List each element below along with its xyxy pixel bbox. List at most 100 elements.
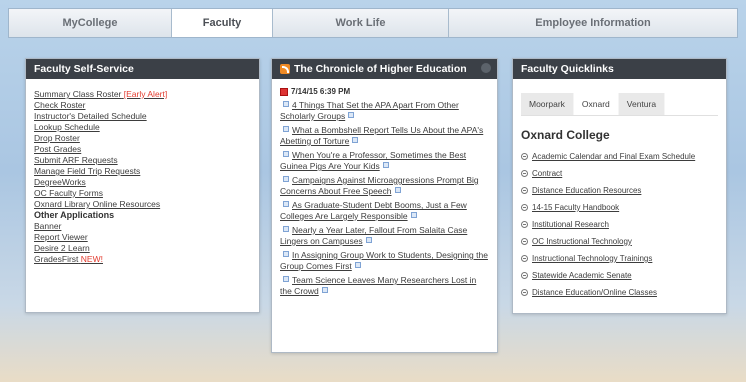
- external-link-icon[interactable]: [410, 212, 417, 218]
- new-badge: NEW!: [80, 254, 103, 264]
- quicklink-link[interactable]: Institutional Research: [532, 216, 609, 233]
- bullet-icon: [521, 187, 528, 194]
- article-icon: [283, 226, 289, 232]
- tab-mycollege[interactable]: MyCollege: [9, 9, 172, 37]
- link-label[interactable]: Summary Class Roster: [34, 89, 121, 99]
- manage-field-trip-requests-link[interactable]: Manage Field Trip Requests: [34, 166, 251, 177]
- submit-arf-requests-link[interactable]: Submit ARF Requests: [34, 155, 251, 166]
- gradesfirst-link[interactable]: GradesFirst NEW!: [34, 254, 251, 265]
- lookup-schedule-link[interactable]: Lookup Schedule: [34, 122, 251, 133]
- article-link[interactable]: As Graduate-Student Debt Booms, Just a F…: [280, 200, 467, 221]
- article-item[interactable]: When You're a Professor, Sometimes the B…: [280, 150, 489, 172]
- bullet-icon: [521, 153, 528, 160]
- external-link-icon[interactable]: [321, 287, 328, 293]
- quicklink-item[interactable]: Instructional Technology Trainings: [521, 250, 718, 267]
- tab-employee-information[interactable]: Employee Information: [449, 9, 737, 37]
- options-icon[interactable]: [481, 63, 491, 73]
- tab-ventura[interactable]: Ventura: [618, 93, 666, 115]
- early-alert-tag: [Early Alert]: [123, 89, 168, 99]
- article-link[interactable]: Team Science Leaves Many Researchers Los…: [280, 275, 476, 296]
- main-tabs: MyCollege Faculty Work Life Employee Inf…: [8, 8, 738, 38]
- desire2learn-link[interactable]: Desire 2 Learn: [34, 243, 251, 254]
- quicklink-item[interactable]: Distance Education/Online Classes: [521, 284, 718, 301]
- bullet-icon: [521, 238, 528, 245]
- link-label[interactable]: GradesFirst: [34, 254, 78, 264]
- post-grades-link[interactable]: Post Grades: [34, 144, 251, 155]
- article-item[interactable]: Nearly a Year Later, Fallout From Salait…: [280, 225, 489, 247]
- quicklink-item[interactable]: Institutional Research: [521, 216, 718, 233]
- quicklink-link[interactable]: Instructional Technology Trainings: [532, 250, 652, 267]
- bullet-icon: [521, 221, 528, 228]
- tab-work-life[interactable]: Work Life: [273, 9, 449, 37]
- article-icon: [283, 101, 289, 107]
- quicklink-link[interactable]: Distance Education Resources: [532, 182, 641, 199]
- report-viewer-link[interactable]: Report Viewer: [34, 232, 251, 243]
- oc-faculty-forms-link[interactable]: OC Faculty Forms: [34, 188, 251, 199]
- quicklink-item[interactable]: Statewide Academic Senate: [521, 267, 718, 284]
- external-link-icon[interactable]: [352, 137, 359, 143]
- bullet-icon: [521, 204, 528, 211]
- article-link[interactable]: 4 Things That Set the APA Apart From Oth…: [280, 100, 459, 121]
- check-roster-link[interactable]: Check Roster: [34, 100, 251, 111]
- external-link-icon[interactable]: [348, 112, 355, 118]
- quicklink-link[interactable]: OC Instructional Technology: [532, 233, 632, 250]
- rss-icon: [280, 64, 290, 74]
- article-item[interactable]: What a Bombshell Report Tells Us About t…: [280, 125, 489, 147]
- article-item[interactable]: Team Science Leaves Many Researchers Los…: [280, 275, 489, 297]
- college-title: Oxnard College: [521, 128, 610, 142]
- quicklink-link[interactable]: Contract: [532, 165, 562, 182]
- date-text: 7/14/15 6:39 PM: [291, 87, 351, 96]
- faculty-self-service-panel: Faculty Self-Service Summary Class Roste…: [25, 58, 260, 313]
- bullet-icon: [521, 255, 528, 262]
- tab-faculty[interactable]: Faculty: [172, 9, 273, 37]
- tab-oxnard[interactable]: Oxnard: [573, 93, 619, 115]
- article-icon: [283, 201, 289, 207]
- panel-title: The Chronicle of Higher Education: [294, 63, 467, 75]
- article-item[interactable]: As Graduate-Student Debt Booms, Just a F…: [280, 200, 489, 222]
- chronicle-panel: The Chronicle of Higher Education 7/14/1…: [271, 58, 498, 353]
- article-item[interactable]: In Assigning Group Work to Students, Des…: [280, 250, 489, 272]
- external-link-icon[interactable]: [354, 262, 361, 268]
- article-link[interactable]: What a Bombshell Report Tells Us About t…: [280, 125, 483, 146]
- campus-tabs: Moorpark Oxnard Ventura: [521, 93, 718, 116]
- quicklink-item[interactable]: Contract: [521, 165, 718, 182]
- quicklink-link[interactable]: Statewide Academic Senate: [532, 267, 632, 284]
- quicklink-item[interactable]: Academic Calendar and Final Exam Schedul…: [521, 148, 718, 165]
- article-icon: [283, 151, 289, 157]
- panel-title-row: The Chronicle of Higher Education: [272, 59, 497, 79]
- other-applications-heading: Other Applications: [34, 210, 115, 220]
- quicklink-link[interactable]: 14-15 Faculty Handbook: [532, 199, 619, 216]
- article-item[interactable]: 4 Things That Set the APA Apart From Oth…: [280, 100, 489, 122]
- banner-link[interactable]: Banner: [34, 221, 251, 232]
- article-item[interactable]: Campaigns Against Microaggressions Promp…: [280, 175, 489, 197]
- faculty-quicklinks-panel: Faculty Quicklinks Moorpark Oxnard Ventu…: [512, 58, 727, 314]
- oxnard-library-link[interactable]: Oxnard Library Online Resources: [34, 199, 251, 210]
- calendar-icon: [280, 87, 288, 96]
- instructors-detailed-schedule-link[interactable]: Instructor's Detailed Schedule: [34, 111, 251, 122]
- article-icon: [283, 251, 289, 257]
- article-link[interactable]: In Assigning Group Work to Students, Des…: [280, 250, 488, 271]
- external-link-icon[interactable]: [365, 237, 372, 243]
- panel-title: Faculty Quicklinks: [513, 59, 726, 79]
- bullet-icon: [521, 170, 528, 177]
- external-link-icon[interactable]: [394, 187, 401, 193]
- drop-roster-link[interactable]: Drop Roster: [34, 133, 251, 144]
- degreeworks-link[interactable]: DegreeWorks: [34, 177, 251, 188]
- quicklink-item[interactable]: OC Instructional Technology: [521, 233, 718, 250]
- feed-date: 7/14/15 6:39 PM: [280, 87, 489, 96]
- article-link[interactable]: Nearly a Year Later, Fallout From Salait…: [280, 225, 467, 246]
- external-link-icon[interactable]: [382, 162, 389, 168]
- article-link[interactable]: Campaigns Against Microaggressions Promp…: [280, 175, 479, 196]
- quicklink-link[interactable]: Academic Calendar and Final Exam Schedul…: [532, 148, 695, 165]
- article-icon: [283, 276, 289, 282]
- article-icon: [283, 176, 289, 182]
- tab-moorpark[interactable]: Moorpark: [521, 93, 574, 115]
- summary-class-roster-link[interactable]: Summary Class Roster [Early Alert]: [34, 89, 251, 100]
- quicklink-item[interactable]: Distance Education Resources: [521, 182, 718, 199]
- panel-title: Faculty Self-Service: [26, 59, 259, 79]
- bullet-icon: [521, 289, 528, 296]
- article-icon: [283, 126, 289, 132]
- quicklink-item[interactable]: 14-15 Faculty Handbook: [521, 199, 718, 216]
- quicklink-link[interactable]: Distance Education/Online Classes: [532, 284, 657, 301]
- article-link[interactable]: When You're a Professor, Sometimes the B…: [280, 150, 466, 171]
